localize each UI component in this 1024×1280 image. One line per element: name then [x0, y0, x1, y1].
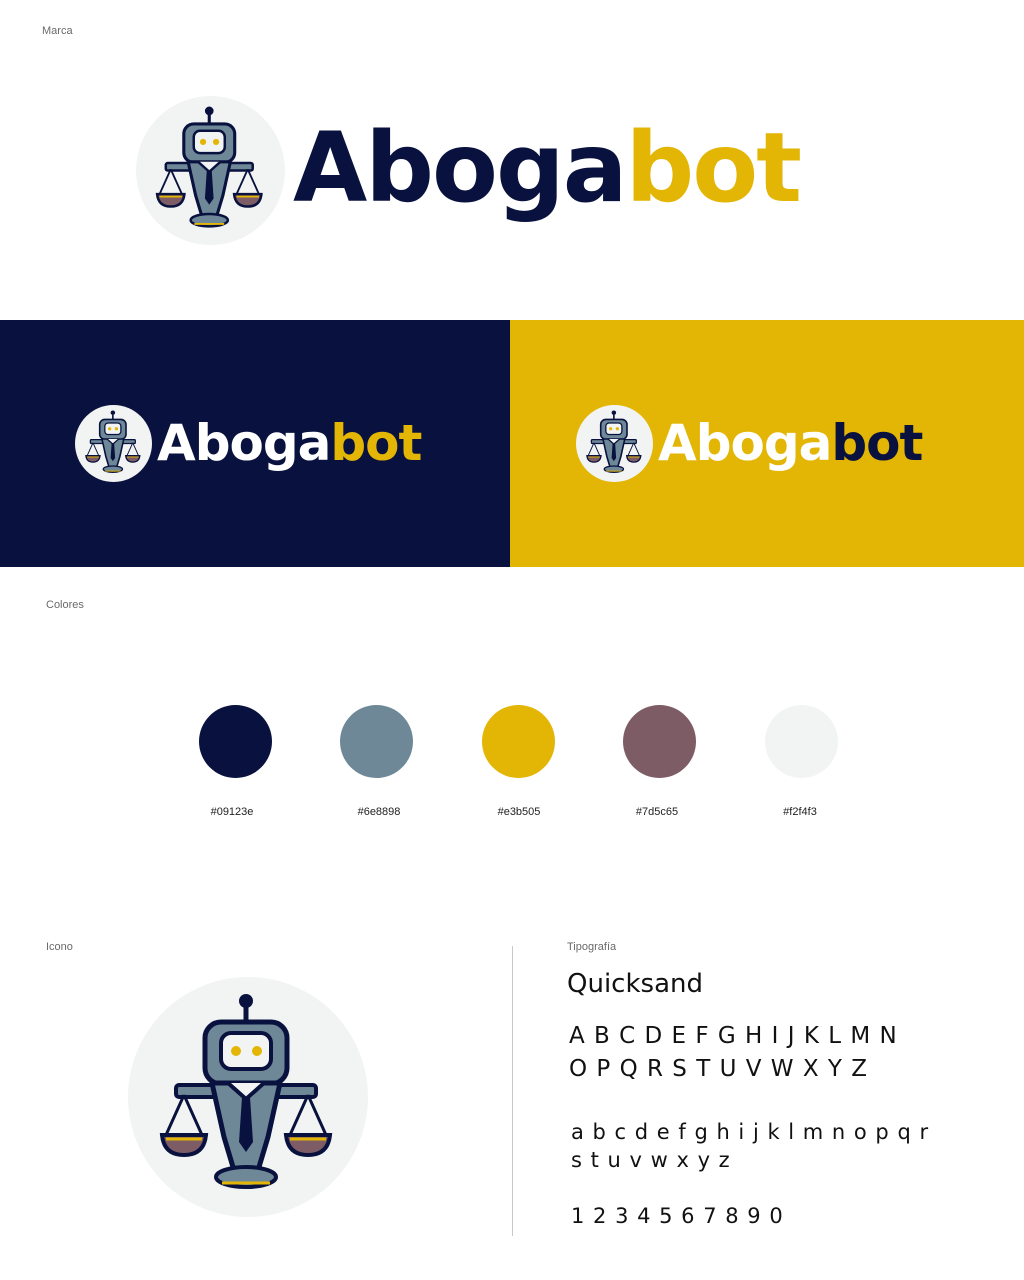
section-label-brand: Marca [42, 25, 73, 37]
section-divider [512, 946, 513, 1236]
color-hex-label: #09123e [210, 806, 254, 818]
robot-lawyer-logo-icon [576, 405, 653, 482]
uppercase-alphabet-line2: O P Q R S T U V W X Y Z [569, 1056, 868, 1082]
section-label-colors: Colores [46, 599, 84, 611]
numerals: 1 2 3 4 5 6 7 8 9 0 [571, 1204, 784, 1228]
wordmark-part1: Aboga [658, 414, 832, 472]
brand-wordmark-on-yellow: Abogabot [658, 414, 923, 472]
wordmark-part1: Aboga [157, 414, 331, 472]
robot-lawyer-scales-icon [128, 977, 368, 1217]
color-hex-label: #6e8898 [357, 806, 401, 818]
section-label-icon: Icono [46, 941, 73, 953]
robot-lawyer-logo-icon [136, 96, 285, 245]
uppercase-alphabet-line1: A B C D E F G H I J K L M N [569, 1023, 898, 1049]
brand-wordmark-main: Abogabot [293, 112, 802, 224]
lowercase-alphabet-line1: a b c d e f g h i j k l m n o p q r [571, 1120, 930, 1144]
wordmark-part2: bot [625, 112, 802, 224]
color-hex-label: #7d5c65 [635, 806, 679, 818]
color-hex-label: #e3b505 [497, 806, 541, 818]
wordmark-part2: bot [831, 414, 923, 472]
color-hex-label: #f2f4f3 [783, 806, 817, 818]
wordmark-part2: bot [330, 414, 422, 472]
font-name: Quicksand [567, 969, 703, 999]
color-swatch-mauve [623, 705, 696, 778]
color-swatch-yellow [482, 705, 555, 778]
section-label-typography: Tipografía [567, 941, 617, 953]
color-swatch-light-gray [765, 705, 838, 778]
robot-lawyer-logo-icon [75, 405, 152, 482]
wordmark-part1: Aboga [293, 112, 627, 224]
color-swatch-slate [340, 705, 413, 778]
lowercase-alphabet-line2: s t u v w x y z [571, 1148, 731, 1172]
color-swatch-navy [199, 705, 272, 778]
brand-wordmark-on-dark: Abogabot [157, 414, 422, 472]
